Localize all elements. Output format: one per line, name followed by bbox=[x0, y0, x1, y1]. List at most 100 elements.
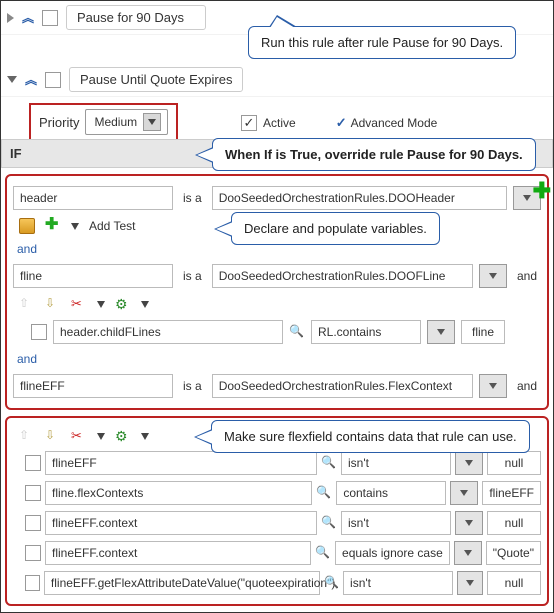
rhs-input[interactable]: null bbox=[487, 571, 541, 595]
move-up-icon[interactable] bbox=[19, 296, 35, 312]
rule-name[interactable]: Pause for 90 Days bbox=[66, 5, 206, 30]
chevron-down-icon[interactable] bbox=[141, 433, 149, 440]
search-icon[interactable] bbox=[316, 485, 332, 501]
operator-dropdown[interactable] bbox=[455, 451, 483, 475]
rhs-input[interactable]: flineEFF bbox=[482, 481, 541, 505]
row-select-checkbox[interactable] bbox=[25, 515, 41, 531]
rule-select-checkbox[interactable] bbox=[45, 72, 61, 88]
operator-input[interactable]: isn't bbox=[341, 451, 451, 475]
test-row-childflines: header.childFLines RL.contains fline bbox=[11, 316, 543, 348]
row-select-checkbox[interactable] bbox=[25, 485, 41, 501]
lhs-input[interactable]: fline.flexContexts bbox=[45, 481, 312, 505]
variable-name-input[interactable]: fline bbox=[13, 264, 173, 288]
active-checkbox[interactable]: Active bbox=[241, 115, 296, 131]
operator-dropdown[interactable] bbox=[427, 320, 455, 344]
toolbar-edit bbox=[11, 292, 543, 316]
operator-input[interactable]: contains bbox=[336, 481, 446, 505]
rule-row-pause-expire: ︽ Pause Until Quote Expires bbox=[1, 63, 553, 97]
variable-type-input[interactable]: DooSeededOrchestrationRules.DOOFLine bbox=[212, 264, 473, 288]
lhs-input[interactable]: flineEFF bbox=[45, 451, 317, 475]
and-label: and bbox=[513, 269, 541, 283]
operator-input[interactable]: isn't bbox=[343, 571, 453, 595]
callout-declare: Declare and populate variables. bbox=[231, 212, 440, 245]
operator-input[interactable]: RL.contains bbox=[311, 320, 421, 344]
type-dropdown[interactable] bbox=[479, 374, 507, 398]
chevron-up-icon[interactable]: ︽ bbox=[22, 9, 34, 26]
if-section-header: IF When If is True, override rule Pause … bbox=[1, 139, 553, 168]
callout-flexfield: Make sure flexfield contains data that r… bbox=[211, 420, 530, 453]
gear-icon[interactable] bbox=[115, 296, 131, 312]
row-select-checkbox[interactable] bbox=[25, 545, 41, 561]
collapse-icon[interactable] bbox=[7, 76, 17, 83]
test-row: flineEFF.context equals ignore case "Quote… bbox=[11, 538, 543, 568]
chevron-down-icon[interactable] bbox=[71, 223, 79, 230]
and-label: and bbox=[513, 379, 541, 393]
lhs-input[interactable]: flineEFF.getFlexAttributeDateValue("quot… bbox=[44, 571, 320, 595]
pattern-row-flineeff: flineEFF is a DooSeededOrchestrationRule… bbox=[11, 370, 543, 402]
and-connector: and bbox=[11, 348, 543, 370]
paste-icon[interactable] bbox=[19, 218, 35, 234]
is-a-label: is a bbox=[179, 191, 206, 205]
rule-name[interactable]: Pause Until Quote Expires bbox=[69, 67, 243, 92]
callout-if-override: When If is True, override rule Pause for… bbox=[212, 138, 536, 171]
priority-label: Priority bbox=[39, 115, 79, 130]
chevron-down-icon[interactable] bbox=[97, 433, 105, 440]
test-row: fline.flexContexts contains flineEFF bbox=[11, 478, 543, 508]
operator-dropdown[interactable] bbox=[450, 481, 478, 505]
chevron-down-icon[interactable] bbox=[141, 301, 149, 308]
move-down-icon[interactable] bbox=[45, 296, 61, 312]
pattern-row-header: header is a DooSeededOrchestrationRules.… bbox=[11, 182, 543, 214]
move-up-icon[interactable] bbox=[19, 428, 35, 444]
variable-type-input[interactable]: DooSeededOrchestrationRules.FlexContext bbox=[212, 374, 473, 398]
checkbox-on-icon bbox=[241, 115, 257, 131]
priority-select[interactable]: Medium bbox=[85, 109, 168, 135]
operator-dropdown[interactable] bbox=[457, 571, 483, 595]
callout-run-after: Run this rule after rule Pause for 90 Da… bbox=[248, 26, 516, 59]
rhs-input[interactable]: fline bbox=[461, 320, 505, 344]
row-select-checkbox[interactable] bbox=[31, 324, 47, 340]
search-icon[interactable] bbox=[324, 575, 339, 591]
variable-name-input[interactable]: flineEFF bbox=[13, 374, 173, 398]
add-test-link[interactable]: Add Test bbox=[89, 219, 135, 233]
chevron-down-icon[interactable] bbox=[143, 113, 161, 131]
operator-dropdown[interactable] bbox=[455, 511, 483, 535]
advanced-mode-indicator: ✓ Advanced Mode bbox=[336, 115, 438, 131]
test-row: flineEFF.context isn't null bbox=[11, 508, 543, 538]
search-icon[interactable] bbox=[321, 515, 337, 531]
test-row: flineEFF.getFlexAttributeDateValue("quot… bbox=[11, 568, 543, 598]
operator-input[interactable]: isn't bbox=[341, 511, 451, 535]
search-icon[interactable] bbox=[289, 324, 305, 340]
rhs-input[interactable]: "Quote" bbox=[486, 541, 541, 565]
priority-group: Priority Medium bbox=[29, 103, 178, 141]
operator-dropdown[interactable] bbox=[454, 541, 482, 565]
lhs-input[interactable]: flineEFF.context bbox=[45, 511, 317, 535]
type-dropdown[interactable] bbox=[479, 264, 507, 288]
move-down-icon[interactable] bbox=[45, 428, 61, 444]
is-a-label: is a bbox=[179, 379, 206, 393]
variable-type-input[interactable]: DooSeededOrchestrationRules.DOOHeader bbox=[212, 186, 507, 210]
plus-icon[interactable]: ✚ bbox=[45, 218, 61, 234]
gear-icon[interactable] bbox=[115, 428, 131, 444]
search-icon[interactable] bbox=[315, 545, 331, 561]
flexfield-tests-block: Make sure flexfield contains data that r… bbox=[5, 416, 549, 606]
rhs-input[interactable]: null bbox=[487, 511, 541, 535]
rule-options: Active ✓ Advanced Mode bbox=[241, 115, 553, 139]
lhs-input[interactable]: flineEFF.context bbox=[45, 541, 311, 565]
variable-name-input[interactable]: header bbox=[13, 186, 173, 210]
rhs-input[interactable]: null bbox=[487, 451, 541, 475]
is-a-label: is a bbox=[179, 269, 206, 283]
row-select-checkbox[interactable] bbox=[25, 575, 40, 591]
search-icon[interactable] bbox=[321, 455, 337, 471]
add-icon[interactable]: ✚ bbox=[533, 178, 551, 204]
pattern-row-fline: fline is a DooSeededOrchestrationRules.D… bbox=[11, 260, 543, 292]
chevron-up-icon[interactable]: ︽ bbox=[25, 71, 37, 88]
rule-select-checkbox[interactable] bbox=[42, 10, 58, 26]
operator-input[interactable]: equals ignore case bbox=[335, 541, 450, 565]
row-select-checkbox[interactable] bbox=[25, 455, 41, 471]
cut-icon[interactable] bbox=[71, 296, 87, 312]
chevron-down-icon[interactable] bbox=[97, 301, 105, 308]
lhs-input[interactable]: header.childFLines bbox=[53, 320, 283, 344]
expand-icon[interactable] bbox=[7, 13, 14, 23]
toolbar-tests: Make sure flexfield contains data that r… bbox=[11, 424, 543, 448]
cut-icon[interactable] bbox=[71, 428, 87, 444]
